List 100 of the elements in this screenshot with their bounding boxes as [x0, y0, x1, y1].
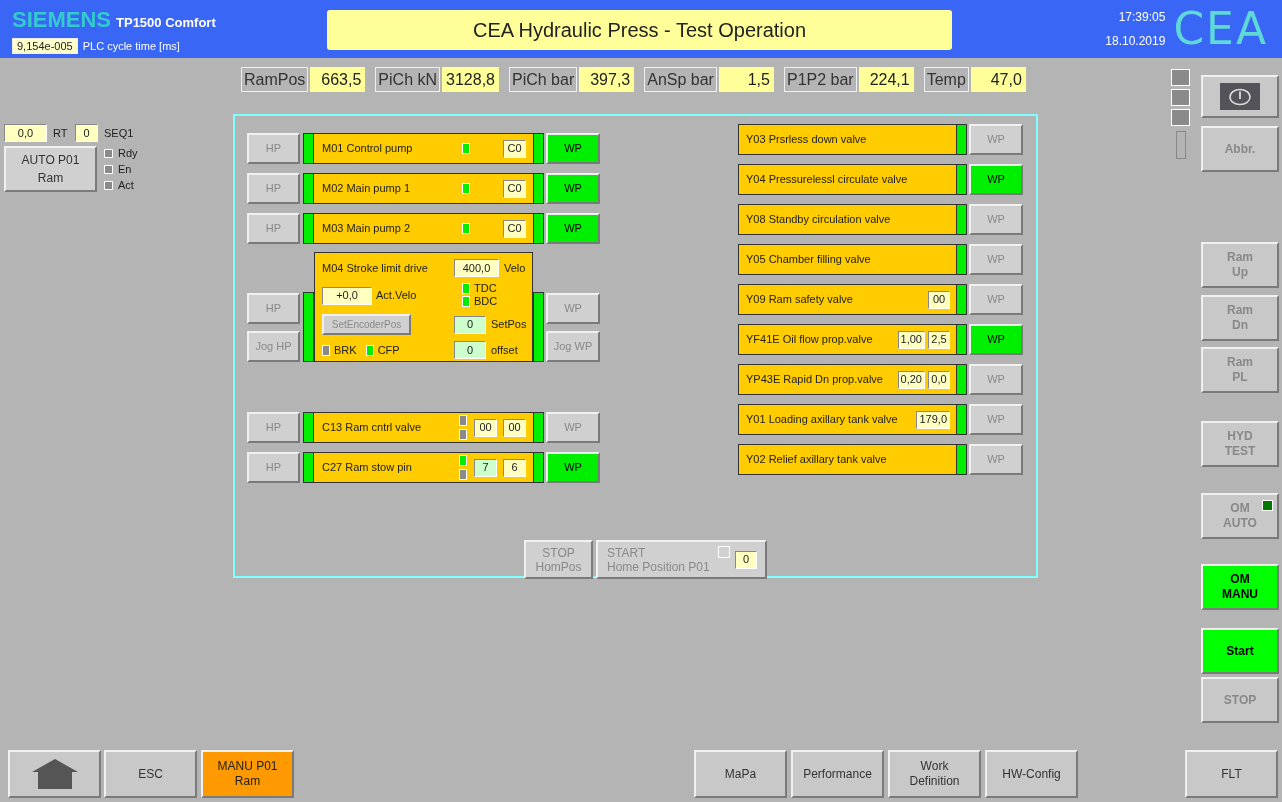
level-indicator [1175, 131, 1186, 159]
valve-name: YF41E Oil flow prop.valve [746, 332, 874, 348]
clock-date: 18.10.2019 [1105, 33, 1166, 50]
reading-label: AnSp bar [644, 67, 717, 92]
value-field: 0,0 [928, 370, 950, 389]
drive-name: C27 Ram stow pin [322, 460, 413, 476]
indicator-square [1171, 109, 1190, 126]
mode-button[interactable]: WP [969, 204, 1023, 235]
drive-name: M02 Main pump 1 [322, 181, 412, 197]
reading-value: 1,5 [718, 67, 774, 92]
function-button[interactable]: OM AUTO [1201, 493, 1279, 539]
offset-label: offset [491, 342, 518, 358]
mode-button[interactable]: Jog HP [247, 331, 300, 362]
drive-name: C13 Ram cntrl valve [322, 420, 423, 436]
value-field: C0 [503, 139, 526, 158]
function-button[interactable]: Ram PL [1201, 347, 1279, 393]
nav-button[interactable]: MANU P01 Ram [201, 750, 294, 798]
company-logo: CEA [1173, 7, 1268, 51]
clock-time: 17:39:05 [1118, 9, 1166, 26]
rt-label: RT [53, 125, 69, 141]
value-field: 0,0 [4, 124, 47, 142]
mode-button[interactable]: WP [969, 164, 1023, 195]
mode-button[interactable]: WP [546, 452, 600, 483]
function-button[interactable]: Ram Dn [1201, 295, 1279, 341]
reading-label: PiCh kN [375, 67, 441, 92]
mode-button[interactable]: WP [969, 364, 1023, 395]
mode-button[interactable]: WP [969, 244, 1023, 275]
power-icon [1220, 83, 1260, 110]
start-homing-button[interactable]: START Home Position P01 [607, 545, 718, 574]
mode-button[interactable]: WP [546, 133, 600, 164]
setpos-label: SetPos [491, 317, 527, 333]
value-field: 1,00 [897, 330, 925, 349]
drive-name: M04 Stroke limit drive [322, 260, 429, 276]
mode-button[interactable]: WP [969, 124, 1023, 155]
mode-button[interactable]: WP [546, 293, 600, 324]
limit-label: TDC [474, 281, 497, 297]
value-field: 00 [474, 418, 497, 437]
auto-mode-button[interactable]: AUTO P01 Ram [4, 146, 97, 192]
drive-name: M03 Main pump 2 [322, 221, 412, 237]
seq-label: SEQ1 [104, 125, 134, 141]
value-field: 00 [928, 290, 950, 309]
function-button[interactable]: STOP [1201, 677, 1279, 723]
mode-button[interactable]: WP [546, 412, 600, 443]
mode-button[interactable]: WP [969, 404, 1023, 435]
status-label: CFP [377, 342, 400, 358]
value-field: 400,0 [454, 259, 499, 277]
reading-value: 47,0 [970, 67, 1026, 92]
status-label: Act [118, 178, 134, 194]
value-field: 179,0 [916, 410, 950, 429]
start-checkbox[interactable] [718, 546, 730, 558]
drive-name: M01 Control pump [322, 141, 414, 157]
mode-button[interactable]: WP [546, 173, 600, 204]
power-button[interactable] [1201, 75, 1279, 118]
mode-button[interactable]: Jog WP [546, 331, 600, 362]
reading-value: 397,3 [579, 67, 635, 92]
valve-name: Y02 Relief axillary tank valve [746, 452, 888, 468]
panel-model: TP1500 Comfort [116, 14, 216, 32]
reading-value: 663,5 [310, 67, 366, 92]
status-label: En [118, 162, 132, 178]
velo-label: Velo [504, 260, 526, 276]
nav-button[interactable]: HW-Config [985, 750, 1078, 798]
function-button[interactable]: Start [1201, 628, 1279, 674]
mode-button[interactable]: WP [969, 324, 1023, 355]
mode-button[interactable]: HP [247, 213, 300, 244]
mode-button[interactable]: WP [969, 284, 1023, 315]
valve-name: Y08 Standby circulation valve [746, 212, 892, 228]
cycle-time-label: PLC cycle time [ms] [82, 38, 180, 54]
nav-button[interactable]: FLT [1185, 750, 1278, 798]
value-field: 00 [503, 418, 526, 437]
function-button[interactable]: Ram Up [1201, 242, 1279, 288]
mode-button[interactable]: HP [247, 133, 300, 164]
valve-name: YP43E Rapid Dn prop.valve [746, 372, 884, 388]
reading-label: P1P2 bar [783, 67, 857, 92]
function-button[interactable]: OM MANU [1201, 564, 1279, 610]
value-field: C0 [503, 219, 526, 238]
reading-value: 224,1 [858, 67, 914, 92]
reading-label: PiCh bar [509, 67, 578, 92]
home-button[interactable] [8, 750, 101, 798]
function-button[interactable]: HYD TEST [1201, 421, 1279, 467]
mode-button[interactable]: HP [247, 452, 300, 483]
mode-button[interactable]: HP [247, 412, 300, 443]
function-button[interactable]: Abbr. [1201, 126, 1279, 172]
mode-button[interactable]: HP [247, 293, 300, 324]
stop-homing-button[interactable]: STOP HomPos [524, 540, 593, 579]
nav-button[interactable]: Performance [791, 750, 884, 798]
value-field: 0,20 [897, 370, 925, 389]
reading-label: RamPos [241, 67, 309, 92]
value-field: 0 [75, 124, 98, 142]
status-label: BRK [334, 342, 357, 358]
value-field: C0 [503, 179, 526, 198]
limit-label: BDC [474, 294, 498, 310]
nav-button[interactable]: Work Definition [888, 750, 981, 798]
value-field: 0 [454, 341, 486, 359]
nav-button[interactable]: ESC [104, 750, 197, 798]
cycle-time-field: 9,154e-005 [12, 37, 78, 54]
nav-button[interactable]: MaPa [694, 750, 787, 798]
mode-button[interactable]: WP [546, 213, 600, 244]
value-field: 2,5 [928, 330, 950, 349]
mode-button[interactable]: WP [969, 444, 1023, 475]
mode-button[interactable]: HP [247, 173, 300, 204]
